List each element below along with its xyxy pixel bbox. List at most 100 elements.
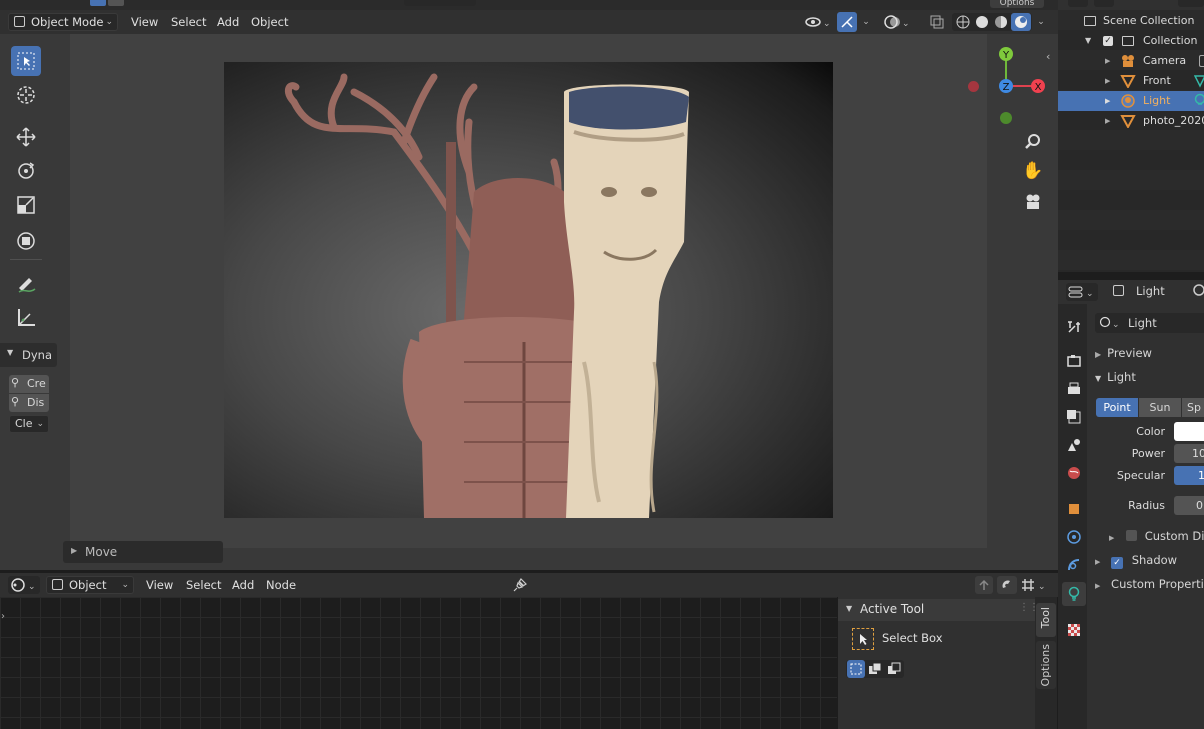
- navigation-gizmo[interactable]: Y X Z: [992, 44, 1052, 134]
- custom-distance-checkbox[interactable]: [1126, 530, 1138, 541]
- chevron-down-icon[interactable]: ⌄: [1034, 13, 1048, 31]
- power-field[interactable]: 10: [1174, 444, 1204, 463]
- last-operator-panel[interactable]: ▶ Move: [63, 541, 223, 563]
- cursor-tool-icon[interactable]: [11, 80, 41, 110]
- outliner-collection[interactable]: ▼ ✓ Collection: [1058, 31, 1204, 51]
- pin-icon[interactable]: [511, 576, 529, 594]
- light-type-sun[interactable]: Sun: [1139, 398, 1181, 417]
- mode-subtract-icon[interactable]: [885, 660, 903, 678]
- select-mode-new-icon[interactable]: [90, 0, 106, 6]
- menu-node[interactable]: Node: [266, 574, 296, 596]
- physics-tab-icon[interactable]: [1062, 525, 1086, 549]
- outliner-item-front[interactable]: ▶ Front: [1058, 71, 1204, 91]
- solid-shading-icon[interactable]: [973, 13, 991, 31]
- rendered-shading-icon[interactable]: [1011, 13, 1031, 31]
- outliner-dropdown[interactable]: [1094, 0, 1114, 7]
- parent-node-tree-icon[interactable]: [975, 576, 993, 594]
- dissolve-label: Dis: [27, 396, 45, 409]
- menu-add[interactable]: Add: [232, 574, 254, 596]
- tab-options[interactable]: Options: [1036, 641, 1056, 689]
- clear-dropdown[interactable]: Cle ⌄: [9, 415, 49, 433]
- material-shading-icon[interactable]: [992, 13, 1010, 31]
- custom-distance-header[interactable]: ▶ Custom Dist: [1109, 526, 1204, 546]
- object-tab-icon[interactable]: [1062, 497, 1086, 521]
- transform-orientation-dropdown[interactable]: [404, 0, 476, 6]
- menu-select[interactable]: Select: [186, 574, 221, 596]
- chevron-down-icon[interactable]: ⌄: [858, 13, 874, 31]
- menu-select[interactable]: Select: [171, 11, 206, 33]
- shadow-checkbox[interactable]: ✓: [1111, 557, 1124, 569]
- light-type-spot[interactable]: Sp: [1182, 398, 1204, 417]
- annotate-tool-icon[interactable]: [11, 268, 41, 298]
- gizmo-toggle-icon[interactable]: [837, 12, 857, 32]
- camera-view-icon[interactable]: [1020, 189, 1046, 215]
- radius-field[interactable]: 0: [1174, 496, 1204, 515]
- texture-tab-icon[interactable]: [1062, 618, 1086, 642]
- options-button[interactable]: Options: [990, 0, 1044, 8]
- xray-icon[interactable]: [927, 13, 947, 31]
- dyna-panel-header[interactable]: ▼ Dyna: [0, 343, 57, 367]
- dissolve-button[interactable]: ⚲ Dis: [9, 394, 49, 412]
- display-mode-icon[interactable]: [1068, 0, 1088, 7]
- outliner-item-camera[interactable]: ▶ Camera: [1058, 51, 1204, 71]
- measure-tool-icon[interactable]: [11, 302, 41, 332]
- transform-tool-icon[interactable]: [11, 226, 41, 256]
- light-data-selector[interactable]: ⌄ Light: [1095, 313, 1204, 333]
- properties-editor-icon[interactable]: ⌄: [1066, 283, 1098, 301]
- color-swatch[interactable]: [1174, 422, 1204, 441]
- rotate-tool-icon[interactable]: [11, 156, 41, 186]
- light-type-point[interactable]: Point: [1096, 398, 1138, 417]
- node-canvas[interactable]: ›: [0, 597, 837, 729]
- scene-tab-icon[interactable]: [1062, 433, 1086, 457]
- filter-search[interactable]: [1178, 0, 1204, 7]
- custom-properties-header[interactable]: ▶ Custom Propertie: [1095, 574, 1204, 594]
- light-data-tab-icon[interactable]: [1062, 582, 1086, 606]
- scale-tool-icon[interactable]: [11, 190, 41, 220]
- hand-pan-icon[interactable]: ✋: [1020, 158, 1046, 184]
- mode-dropdown[interactable]: Object Mode ⌄: [8, 13, 118, 31]
- checkbox-icon[interactable]: ✓: [1103, 36, 1113, 46]
- specular-slider[interactable]: 1: [1174, 466, 1204, 485]
- shadow-panel-header[interactable]: ▶ ✓ Shadow: [1095, 550, 1177, 570]
- outliner-scene-collection[interactable]: Scene Collection: [1058, 11, 1204, 31]
- move-tool-icon[interactable]: [11, 122, 41, 152]
- pin-icon[interactable]: [1192, 283, 1204, 302]
- preview-panel-header[interactable]: ▶ Preview: [1095, 343, 1152, 363]
- toolbar-toggle-icon[interactable]: ›: [1, 611, 5, 622]
- menu-add[interactable]: Add: [217, 11, 239, 33]
- render-tab-icon[interactable]: [1062, 349, 1086, 373]
- chevron-right-icon[interactable]: ▶: [1105, 51, 1110, 71]
- sidebar-toggle-icon[interactable]: ‹: [1046, 50, 1050, 63]
- viewport-3d[interactable]: ▼ Dyna ⚲ Cre ⚲ Dis Cle ⌄ Y X Z ✋ ‹ ▶ Mov…: [0, 34, 1058, 570]
- outliner-item-light[interactable]: ▶ Light: [1058, 91, 1204, 111]
- active-tool-header[interactable]: ▼ Active Tool ⋮⋮: [838, 599, 1039, 621]
- chevron-right-icon[interactable]: ▶: [1105, 71, 1110, 91]
- snap-target-icon[interactable]: ⌄: [1019, 576, 1049, 594]
- world-tab-icon[interactable]: [1062, 461, 1086, 485]
- menu-view[interactable]: View: [131, 11, 158, 33]
- chevron-right-icon[interactable]: ▶: [1105, 111, 1110, 131]
- outliner-item-photo[interactable]: ▶ photo_2020: [1058, 111, 1204, 131]
- shader-type-dropdown[interactable]: Object ⌄: [46, 576, 134, 594]
- create-button[interactable]: ⚲ Cre: [9, 375, 49, 393]
- wireframe-shading-icon[interactable]: [954, 13, 972, 31]
- select-box-tool[interactable]: [11, 46, 41, 76]
- tool-tab-icon[interactable]: [1062, 315, 1086, 339]
- chevron-right-icon[interactable]: ▶: [1105, 91, 1110, 111]
- constraints-tab-icon[interactable]: [1062, 553, 1086, 577]
- menu-object[interactable]: Object: [251, 11, 288, 33]
- select-mode-extend-icon[interactable]: [108, 0, 124, 6]
- mode-extend-icon[interactable]: [866, 660, 884, 678]
- zoom-icon[interactable]: [1020, 129, 1046, 155]
- mode-set-icon[interactable]: [847, 660, 865, 678]
- output-tab-icon[interactable]: [1062, 377, 1086, 401]
- snap-icon[interactable]: [997, 576, 1017, 594]
- overlay-icon[interactable]: ⌄: [882, 13, 912, 31]
- light-panel-header[interactable]: ▼ Light: [1095, 367, 1136, 387]
- view-layer-tab-icon[interactable]: [1062, 405, 1086, 429]
- tab-tool[interactable]: Tool: [1036, 603, 1056, 637]
- menu-view[interactable]: View: [146, 574, 173, 596]
- chevron-down-icon[interactable]: ▼: [1085, 31, 1091, 51]
- editor-type-icon[interactable]: ⌄: [8, 576, 40, 594]
- visibility-icon[interactable]: ⌄: [803, 13, 831, 31]
